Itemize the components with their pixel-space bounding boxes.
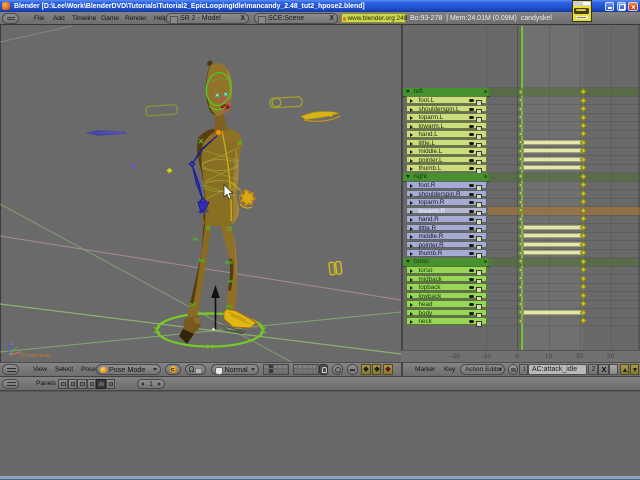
svg-text:(1) mancandy: (1) mancandy (20, 353, 51, 359)
svg-text:z: z (11, 341, 14, 347)
